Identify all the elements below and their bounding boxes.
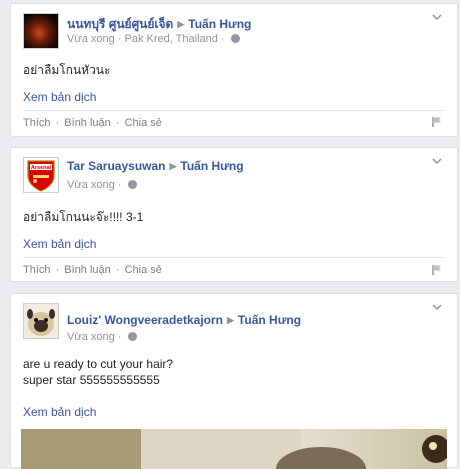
- share-link[interactable]: Chia sẻ: [125, 264, 162, 276]
- post-1: นนทบุรี ศูนย์ศูนย์เจ็ด ▶ Tuấn Hưng Vừa xon…: [10, 3, 458, 137]
- comment-link[interactable]: Bình luận: [64, 117, 110, 129]
- divider: [23, 110, 445, 111]
- post-message: อย่าลืมโกนนะจ๊ะ!!!! 3-1: [23, 209, 143, 225]
- post-header: Louiz' Wongveeradetkajorn ▶ Tuấn Hưng Vừa …: [23, 303, 447, 343]
- separator: ·: [112, 117, 123, 129]
- message-line: super star 555555555555: [23, 373, 160, 387]
- post-meta: Vừa xong ·: [67, 179, 137, 191]
- post-photo[interactable]: [21, 429, 447, 469]
- author-name[interactable]: นนทบุรี ศูนย์ศูนย์เจ็ด: [67, 17, 173, 31]
- post-actions: Thích · Bình luận · Chia sẻ: [23, 264, 162, 276]
- post-time[interactable]: Vừa xong: [67, 179, 115, 191]
- target-name[interactable]: Tuấn Hưng: [188, 17, 251, 31]
- post-message: are u ready to cut your hair? super star…: [23, 356, 173, 388]
- chevron-down-icon[interactable]: [432, 13, 442, 22]
- post-header: Arsenal Tar Saruaysuwan ▶ Tuấn Hưng Vừa xo…: [23, 157, 447, 197]
- author-name[interactable]: Louiz' Wongveeradetkajorn: [67, 313, 223, 327]
- post-time[interactable]: Vừa xong: [67, 331, 115, 343]
- chevron-down-icon[interactable]: [432, 303, 442, 312]
- translate-link[interactable]: Xem bản dịch: [23, 90, 96, 104]
- post-message: อย่าลืมโกนหัวนะ: [23, 62, 110, 78]
- translate-link[interactable]: Xem bản dịch: [23, 405, 96, 419]
- pug-photo-icon: [27, 309, 55, 336]
- share-link[interactable]: Chia sẻ: [125, 117, 162, 129]
- post-3: Louiz' Wongveeradetkajorn ▶ Tuấn Hưng Vừa …: [10, 293, 458, 469]
- post-meta: Vừa xong · Pak Kred, Thailand ·: [67, 33, 240, 45]
- avatar[interactable]: Arsenal: [23, 157, 59, 193]
- arrow-right-icon: ▶: [227, 315, 234, 325]
- divider: [23, 257, 445, 258]
- arsenal-crest-icon: Arsenal: [27, 160, 55, 192]
- post-2: Arsenal Tar Saruaysuwan ▶ Tuấn Hưng Vừa xo…: [10, 147, 458, 282]
- post-actions: Thích · Bình luận · Chia sẻ: [23, 117, 162, 129]
- arrow-right-icon: ▶: [169, 161, 177, 171]
- post-header-names: Tar Saruaysuwan ▶ Tuấn Hưng: [67, 159, 244, 173]
- target-name[interactable]: Tuấn Hưng: [238, 313, 301, 327]
- author-name[interactable]: Tar Saruaysuwan: [67, 159, 165, 173]
- like-link[interactable]: Thích: [23, 117, 51, 129]
- avatar-crest-text: Arsenal: [31, 165, 52, 171]
- post-meta: Vừa xong ·: [67, 331, 137, 343]
- post-location[interactable]: Pak Kred, Thailand: [125, 33, 218, 45]
- message-line: อย่าลืมโกนนะจ๊ะ!!!! 3-1: [23, 210, 144, 224]
- globe-icon: [127, 179, 137, 189]
- arrow-right-icon: ▶: [177, 19, 185, 29]
- photo-content: [21, 429, 447, 469]
- globe-icon: [127, 331, 137, 341]
- comment-link[interactable]: Bình luận: [64, 264, 110, 276]
- separator: ·: [112, 264, 123, 276]
- flag-icon[interactable]: [431, 264, 443, 276]
- post-header-names: Louiz' Wongveeradetkajorn ▶ Tuấn Hưng: [67, 313, 301, 327]
- post-time[interactable]: Vừa xong: [67, 33, 115, 45]
- post-header: นนทบุรี ศูนย์ศูนย์เจ็ด ▶ Tuấn Hưng Vừa xon…: [23, 13, 447, 53]
- post-header-names: นนทบุรี ศูนย์ศูนย์เจ็ด ▶ Tuấn Hưng: [67, 15, 251, 34]
- separator: ·: [52, 264, 63, 276]
- globe-icon: [230, 33, 240, 43]
- message-line: are u ready to cut your hair?: [23, 357, 174, 371]
- translate-link[interactable]: Xem bản dịch: [23, 237, 96, 251]
- target-name[interactable]: Tuấn Hưng: [180, 159, 243, 173]
- flag-icon[interactable]: [431, 116, 443, 128]
- message-line: อย่าลืมโกนหัวนะ: [23, 63, 111, 77]
- separator: ·: [52, 117, 63, 129]
- avatar[interactable]: [23, 303, 59, 339]
- like-link[interactable]: Thích: [23, 264, 51, 276]
- avatar[interactable]: [23, 13, 59, 49]
- chevron-down-icon[interactable]: [432, 157, 442, 166]
